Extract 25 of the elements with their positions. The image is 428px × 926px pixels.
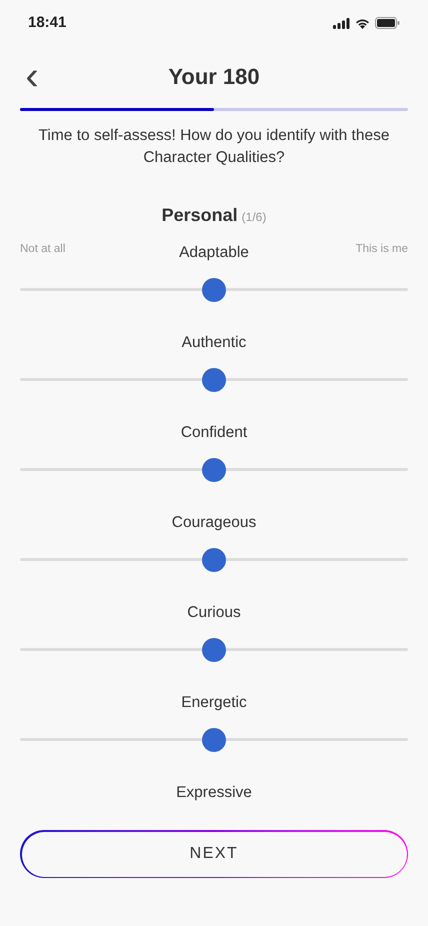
section-count: (1/6)	[242, 209, 266, 226]
quality-label: Courageous	[172, 513, 256, 533]
status-time: 18:41	[28, 12, 66, 33]
quality-label: Confident	[180, 423, 248, 443]
page-title: Your 180	[168, 62, 260, 90]
slider-thumb[interactable]	[202, 548, 226, 572]
slider-thumb[interactable]	[202, 638, 226, 662]
scale-min-label: Not at all	[20, 243, 66, 257]
section-title: Personal	[162, 204, 238, 227]
slider-thumb[interactable]	[202, 368, 226, 392]
quality-label: Energetic	[181, 693, 247, 713]
quality-label: Expressive	[176, 783, 252, 803]
quality-label: Authentic	[182, 333, 246, 353]
quality-label: Curious	[187, 603, 241, 623]
wifi-icon	[355, 18, 370, 28]
back-button[interactable]: ‹	[18, 62, 46, 90]
scale-max-label: This is me	[356, 243, 408, 257]
slider-thumb[interactable]	[202, 278, 226, 302]
battery-icon	[375, 17, 400, 29]
intro-text: Time to self-assess! How do you identify with these Character Qualities?	[38, 126, 390, 168]
slider-thumb[interactable]	[202, 728, 226, 752]
slider-thumb[interactable]	[202, 458, 226, 482]
next-button[interactable]: NEXT	[20, 830, 408, 878]
quality-label: Adaptable	[179, 243, 249, 263]
signal-icon	[333, 18, 350, 28]
